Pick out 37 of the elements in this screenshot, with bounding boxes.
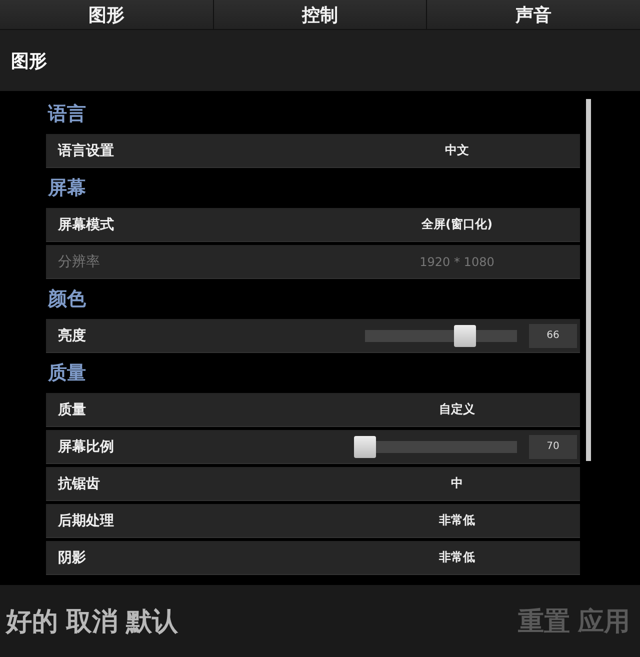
- section-title: 屏幕: [46, 176, 87, 201]
- tab[interactable]: 控制: [214, 0, 428, 30]
- setting-label: 屏幕模式: [58, 216, 115, 234]
- footer-button[interactable]: 好的: [4, 604, 64, 638]
- section-title: 质量: [47, 361, 87, 386]
- slider-thumb[interactable]: [454, 324, 476, 346]
- setting-label: 亮度: [58, 326, 87, 344]
- setting-label: 抗锯齿: [58, 474, 101, 492]
- setting-label: 阴影: [58, 548, 87, 566]
- setting-value[interactable]: 中: [401, 475, 513, 492]
- setting-row[interactable]: 屏幕模式 全屏(窗口化): [46, 208, 580, 242]
- setting-label: 分辨率: [58, 252, 101, 270]
- page-title: 图形: [11, 50, 47, 72]
- setting-label: 后期处理: [58, 512, 115, 530]
- setting-label: 屏幕比例: [58, 438, 115, 456]
- setting-value[interactable]: 非常低: [401, 512, 513, 529]
- setting-row[interactable]: 语言设置 中文: [46, 134, 580, 168]
- setting-value[interactable]: 非常低: [401, 549, 513, 566]
- setting-row[interactable]: 抗锯齿 中: [46, 467, 580, 501]
- value-field[interactable]: 66: [529, 324, 577, 348]
- tab[interactable]: 声音: [427, 0, 640, 30]
- setting-value[interactable]: 自定义: [401, 401, 513, 418]
- setting-row[interactable]: 阴影 非常低: [46, 541, 580, 575]
- footer-button[interactable]: 默认: [124, 604, 184, 638]
- footer-button[interactable]: 取消: [64, 604, 124, 638]
- setting-row[interactable]: 后期处理 非常低: [46, 504, 580, 538]
- section-title: 语言: [46, 102, 87, 127]
- setting-row[interactable]: 质量 自定义: [46, 393, 580, 427]
- tab[interactable]: 图形: [0, 0, 214, 30]
- value-field[interactable]: 70: [529, 434, 577, 458]
- setting-value[interactable]: 中文: [401, 142, 513, 159]
- setting-label: 语言设置: [58, 142, 115, 160]
- section-title: 颜色: [46, 287, 87, 312]
- setting-label: 质量: [58, 400, 87, 418]
- setting-value[interactable]: 全屏(窗口化): [401, 216, 513, 233]
- slider-thumb[interactable]: [354, 436, 376, 458]
- scrollbar[interactable]: [586, 99, 591, 461]
